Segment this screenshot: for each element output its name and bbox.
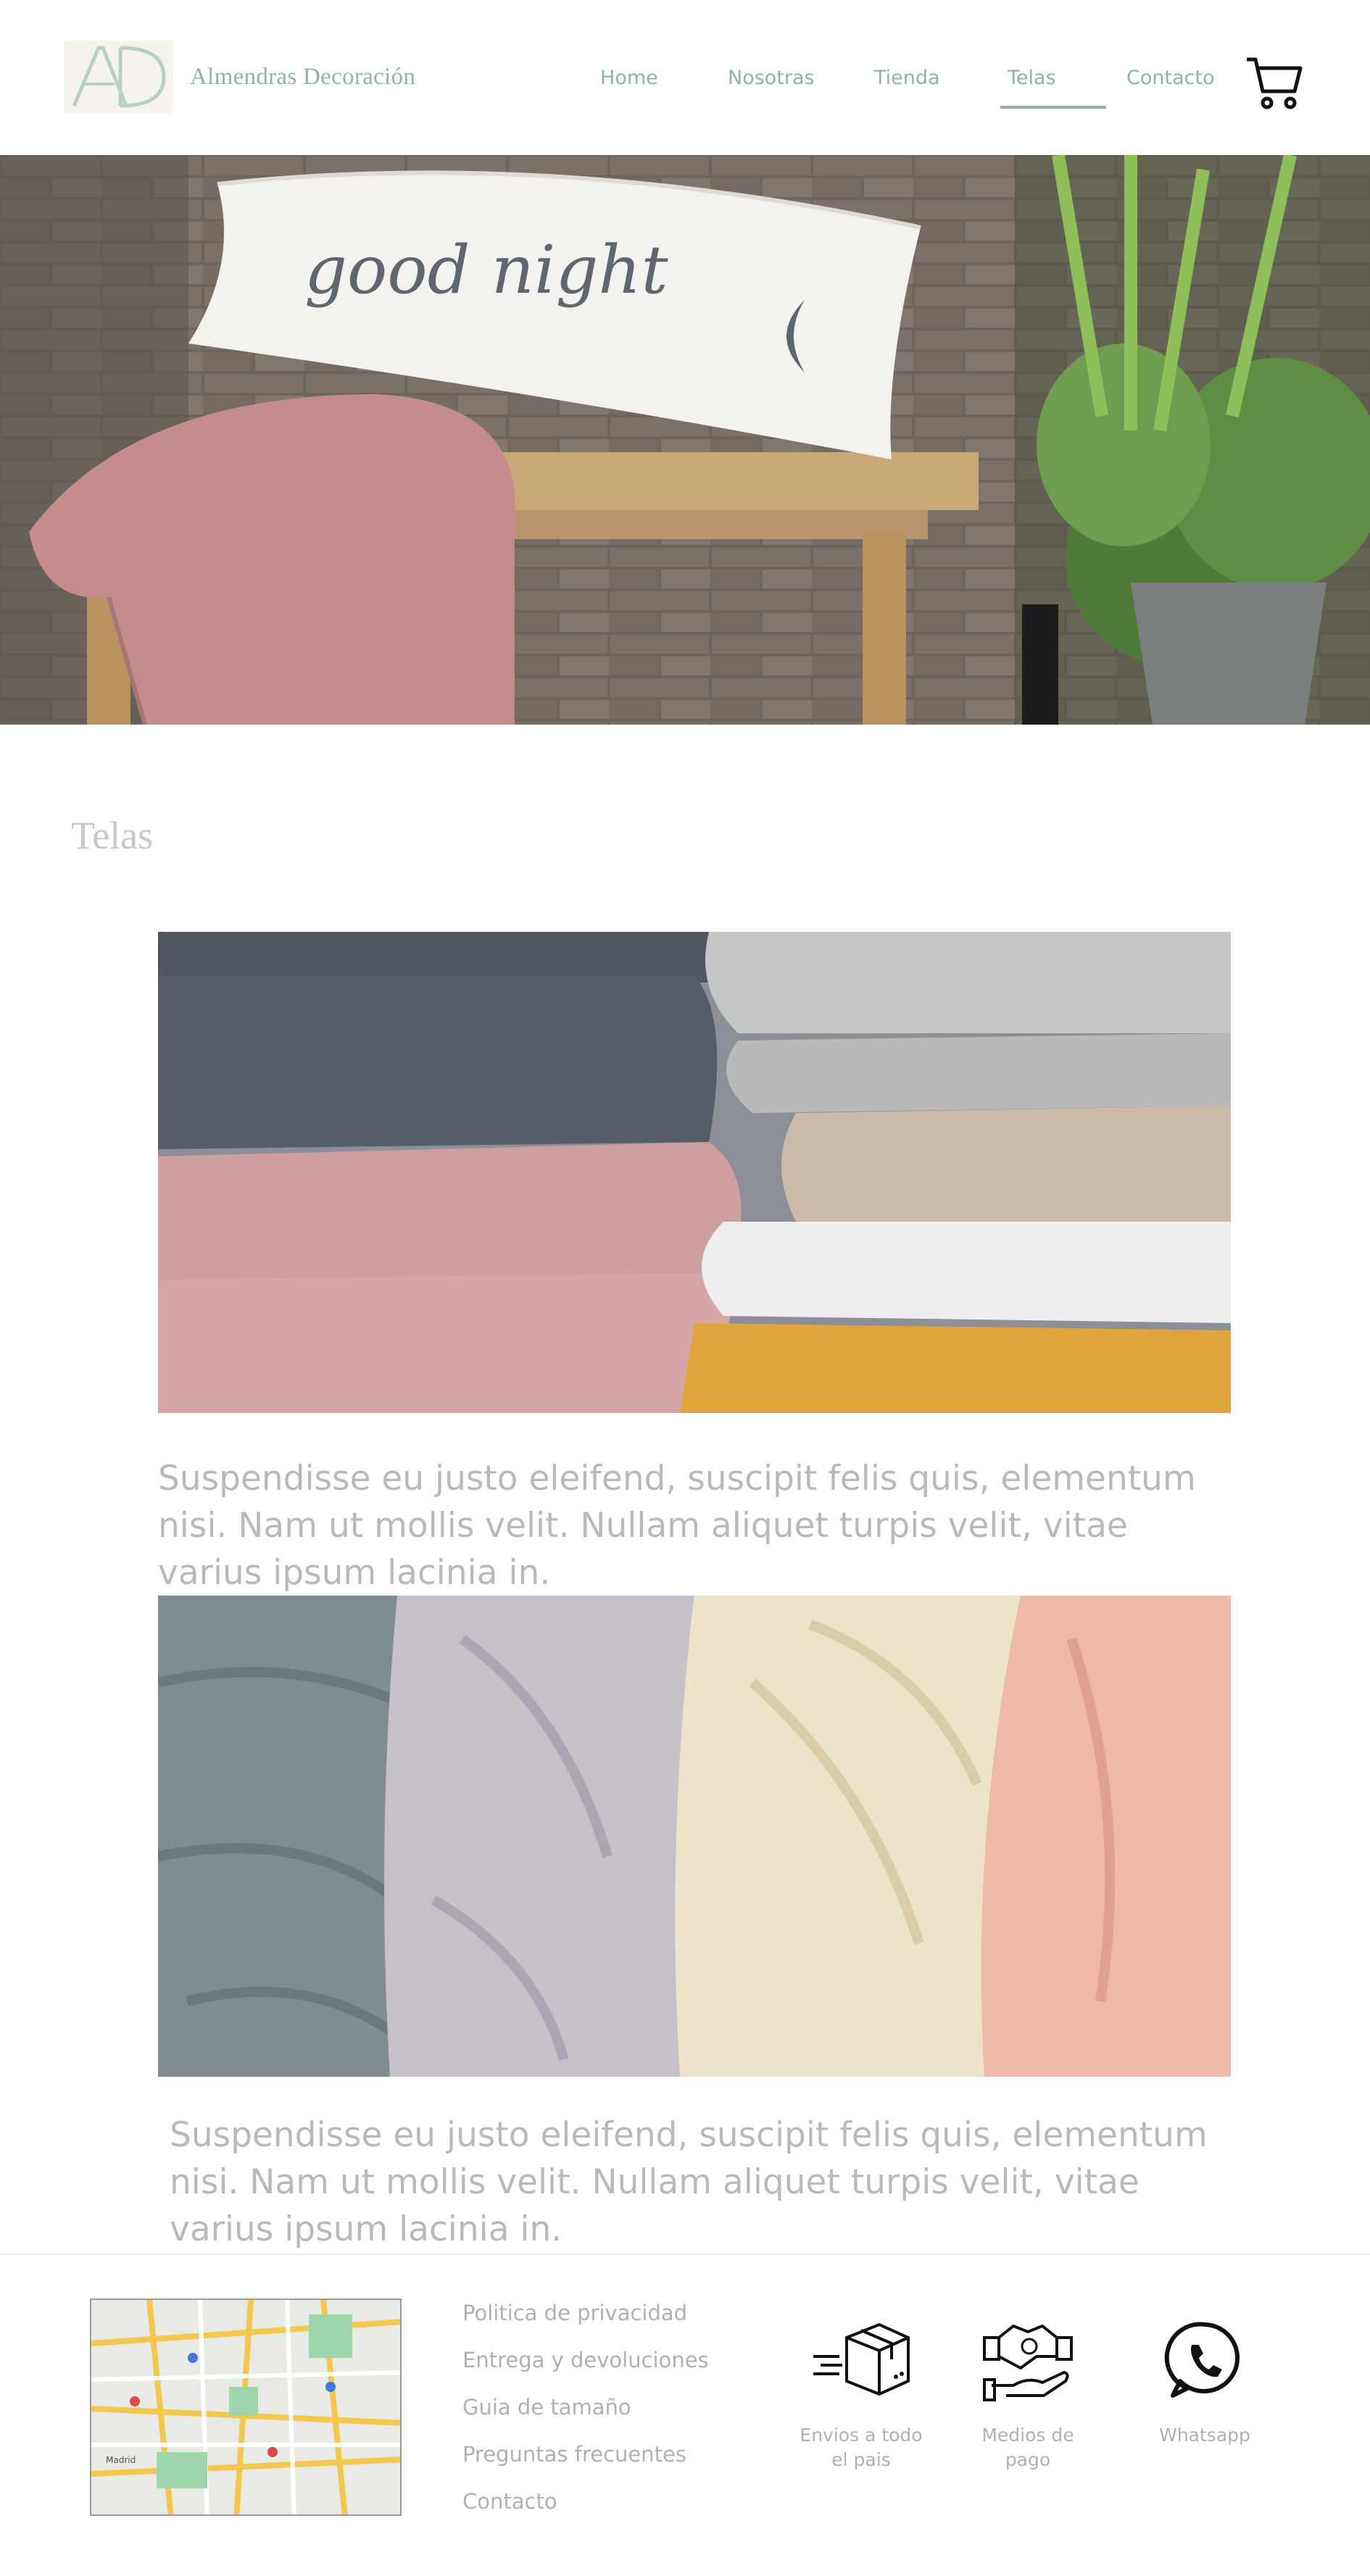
footer-link-tamano[interactable]: Guia de tamaño: [462, 2391, 709, 2438]
whatsapp-icon: [1154, 2316, 1255, 2403]
feature-whatsapp[interactable]: Whatsapp: [1132, 2316, 1277, 2448]
feature-label: Medios de pago: [981, 2425, 1074, 2470]
shopping-cart-icon[interactable]: [1245, 55, 1303, 112]
feature-payment[interactable]: Medios de pago: [955, 2316, 1100, 2472]
map-label: Madrid: [106, 2455, 136, 2465]
delivery-box-icon: [810, 2316, 912, 2403]
location-map[interactable]: Madrid: [90, 2298, 402, 2516]
nav-home[interactable]: Home: [600, 67, 658, 96]
nav-contacto[interactable]: Contacto: [1126, 67, 1215, 96]
feature-label: Whatsapp: [1159, 2425, 1250, 2446]
fabric-colors-photo: [158, 1596, 1231, 2077]
feature-label: Envios a todo el pais: [800, 2425, 923, 2470]
nav-tienda[interactable]: Tienda: [874, 67, 940, 96]
footer-links: Politica de privacidad Entrega y devoluc…: [462, 2297, 709, 2533]
payment-handshake-icon: [977, 2316, 1079, 2403]
pillow-text: good night: [304, 231, 669, 309]
footer-link-privacidad[interactable]: Politica de privacidad: [462, 2297, 709, 2344]
nav-active-indicator: [1000, 106, 1106, 109]
site-header: Almendras Decoración Home Nosotras Tiend…: [0, 0, 1370, 155]
fabric-stack-photo: [158, 932, 1231, 1413]
page-title: Telas: [71, 814, 154, 857]
brand-name[interactable]: Almendras Decoración: [190, 64, 415, 91]
nav-telas[interactable]: Telas: [1008, 67, 1056, 96]
section-caption: Suspendisse eu justo eleifend, suscipit …: [158, 1459, 1196, 1593]
hero-image: good night: [0, 155, 1370, 725]
footer-link-preguntas[interactable]: Preguntas frecuentes: [462, 2438, 709, 2485]
footer-link-contacto[interactable]: Contacto: [462, 2485, 709, 2533]
nav-nosotras[interactable]: Nosotras: [728, 67, 815, 96]
feature-shipping[interactable]: Envios a todo el pais: [789, 2316, 934, 2472]
footer-link-entrega[interactable]: Entrega y devoluciones: [462, 2344, 709, 2391]
section-caption: Suspendisse eu justo eleifend, suscipit …: [170, 2115, 1208, 2249]
logo[interactable]: [64, 41, 173, 113]
